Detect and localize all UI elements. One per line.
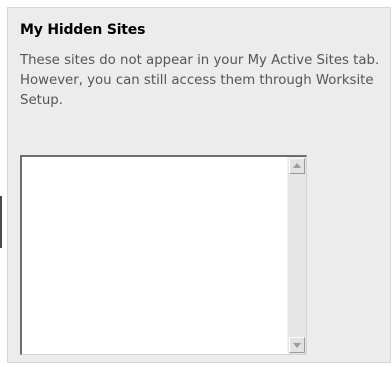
window-edge-fragment bbox=[0, 196, 2, 248]
panel-title: My Hidden Sites bbox=[20, 22, 146, 38]
listbox-scrollbar[interactable] bbox=[287, 157, 306, 354]
arrow-down-icon bbox=[293, 343, 301, 348]
arrow-up-icon bbox=[293, 163, 301, 168]
scroll-down-button[interactable] bbox=[289, 337, 305, 353]
hidden-sites-panel: My Hidden Sites These sites do not appea… bbox=[7, 7, 391, 363]
panel-description: These sites do not appear in your My Act… bbox=[20, 53, 380, 108]
scroll-up-button[interactable] bbox=[289, 158, 305, 174]
hidden-sites-listbox[interactable] bbox=[20, 155, 307, 355]
